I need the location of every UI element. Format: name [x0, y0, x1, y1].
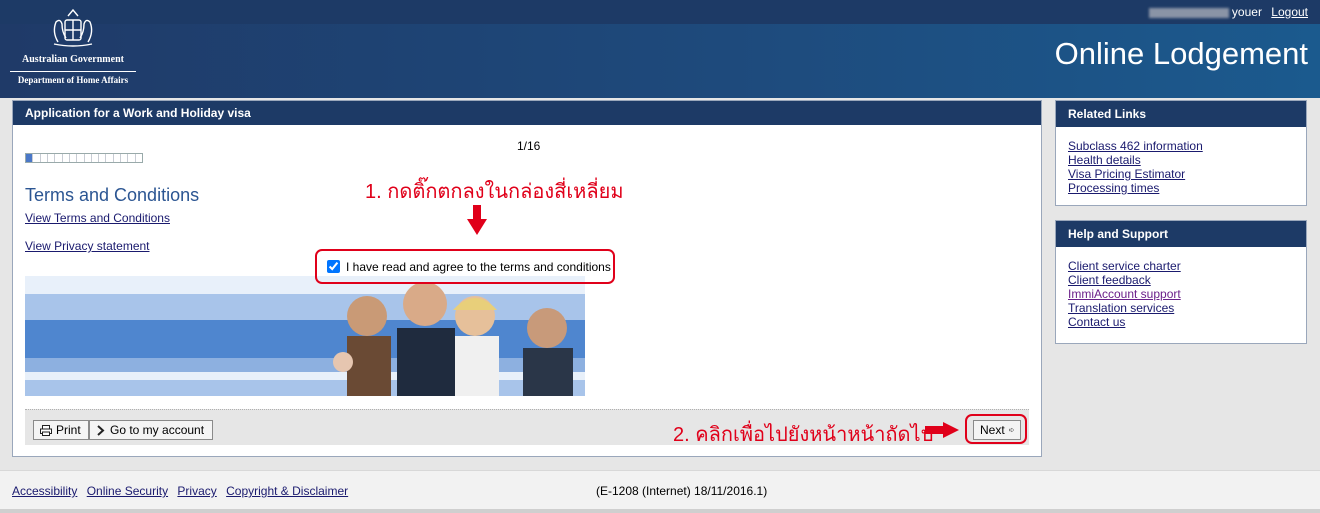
footer-links: Accessibility Online Security Privacy Co… — [12, 484, 354, 498]
coat-of-arms-icon — [53, 8, 93, 47]
progress-segment — [63, 154, 70, 162]
print-button[interactable]: Print — [33, 420, 89, 440]
related-link-visa-pricing[interactable]: Visa Pricing Estimator — [1068, 167, 1185, 181]
header-topbar — [0, 0, 1320, 24]
username-suffix: youer — [1231, 5, 1262, 19]
progress-segment — [121, 154, 129, 162]
printer-icon — [40, 424, 52, 436]
help-link-contact-us[interactable]: Contact us — [1068, 315, 1125, 329]
government-name: Australian Government — [22, 54, 124, 65]
arrow-down-icon — [467, 205, 487, 235]
help-link-client-feedback[interactable]: Client feedback — [1068, 273, 1151, 287]
progress-segment — [48, 154, 56, 162]
progress-segment — [26, 154, 34, 162]
page-heading: Terms and Conditions — [25, 185, 200, 205]
government-logo: Australian Government Department of Home… — [10, 8, 136, 90]
help-link-translation-services[interactable]: Translation services — [1068, 301, 1174, 315]
site-header: Australian Government Department of Home… — [0, 0, 1320, 98]
next-button[interactable]: Next — [973, 420, 1021, 440]
progress-segment — [99, 154, 107, 162]
related-link-processing-times[interactable]: Processing times — [1068, 181, 1159, 195]
progress-segment — [55, 154, 63, 162]
related-links-title: Related Links — [1056, 101, 1306, 127]
progress-segment — [128, 154, 136, 162]
progress-segment — [33, 154, 41, 162]
chevron-right-icon — [97, 424, 105, 436]
next-button-label: Next — [980, 423, 1005, 437]
agree-terms-highlight: I have read and agree to the terms and c… — [315, 249, 615, 284]
progress-segment — [136, 154, 142, 162]
department-name: Department of Home Affairs — [10, 71, 136, 85]
logout-link[interactable]: Logout — [1271, 5, 1308, 19]
progress-bar — [25, 153, 143, 163]
print-button-label: Print — [56, 423, 81, 437]
footer-link-online-security[interactable]: Online Security — [87, 484, 168, 498]
arrow-right-annotation-icon — [925, 422, 959, 438]
banner-image — [25, 276, 585, 396]
action-bar: Print Go to my account 2. คลิกเพื่อไปยัง… — [25, 409, 1029, 446]
agree-terms-label[interactable]: I have read and agree to the terms and c… — [346, 260, 611, 274]
progress-segment — [77, 154, 85, 162]
footer-link-accessibility[interactable]: Accessibility — [12, 484, 77, 498]
progress-segment — [85, 154, 92, 162]
progress-segment — [114, 154, 122, 162]
progress-segment — [106, 154, 114, 162]
application-panel: Application for a Work and Holiday visa … — [12, 100, 1042, 457]
panel-title: Application for a Work and Holiday visa — [13, 101, 1041, 125]
view-terms-link[interactable]: View Terms and Conditions — [25, 211, 170, 225]
banner-people-image — [25, 276, 585, 396]
site-title: Online Lodgement — [1054, 36, 1308, 71]
arrow-right-icon — [1008, 427, 1014, 433]
help-support-title: Help and Support — [1056, 221, 1306, 247]
annotation-step-2: 2. คลิกเพื่อไปยังหน้าหน้าถัดไป — [673, 424, 934, 446]
progress-segment — [92, 154, 100, 162]
footer-link-privacy[interactable]: Privacy — [177, 484, 216, 498]
annotation-step-1: 1. กดติ๊กตกลงในกล่องสี่เหลี่ยม — [365, 181, 624, 203]
page-footer: Accessibility Online Security Privacy Co… — [0, 470, 1320, 510]
bottom-divider — [0, 509, 1320, 513]
username-redacted — [1148, 7, 1229, 18]
agree-terms-checkbox[interactable] — [327, 260, 340, 273]
go-to-account-button[interactable]: Go to my account — [89, 420, 213, 440]
help-link-immiaccount-support[interactable]: ImmiAccount support — [1068, 287, 1181, 301]
related-link-subclass-462[interactable]: Subclass 462 information — [1068, 139, 1203, 153]
version-text: (E-1208 (Internet) 18/11/2016.1) — [596, 484, 768, 498]
help-support-box: Help and Support Client service charter … — [1055, 220, 1307, 344]
related-link-health-details[interactable]: Health details — [1068, 153, 1141, 167]
go-to-account-label: Go to my account — [110, 423, 205, 437]
related-links-box: Related Links Subclass 462 information H… — [1055, 100, 1307, 206]
user-area: youer Logout — [1148, 5, 1308, 19]
footer-link-copyright[interactable]: Copyright & Disclaimer — [226, 484, 348, 498]
step-count: 1/16 — [517, 139, 541, 153]
help-link-service-charter[interactable]: Client service charter — [1068, 259, 1181, 273]
progress-segment — [41, 154, 48, 162]
view-privacy-link[interactable]: View Privacy statement — [25, 239, 150, 253]
progress-segment — [70, 154, 78, 162]
